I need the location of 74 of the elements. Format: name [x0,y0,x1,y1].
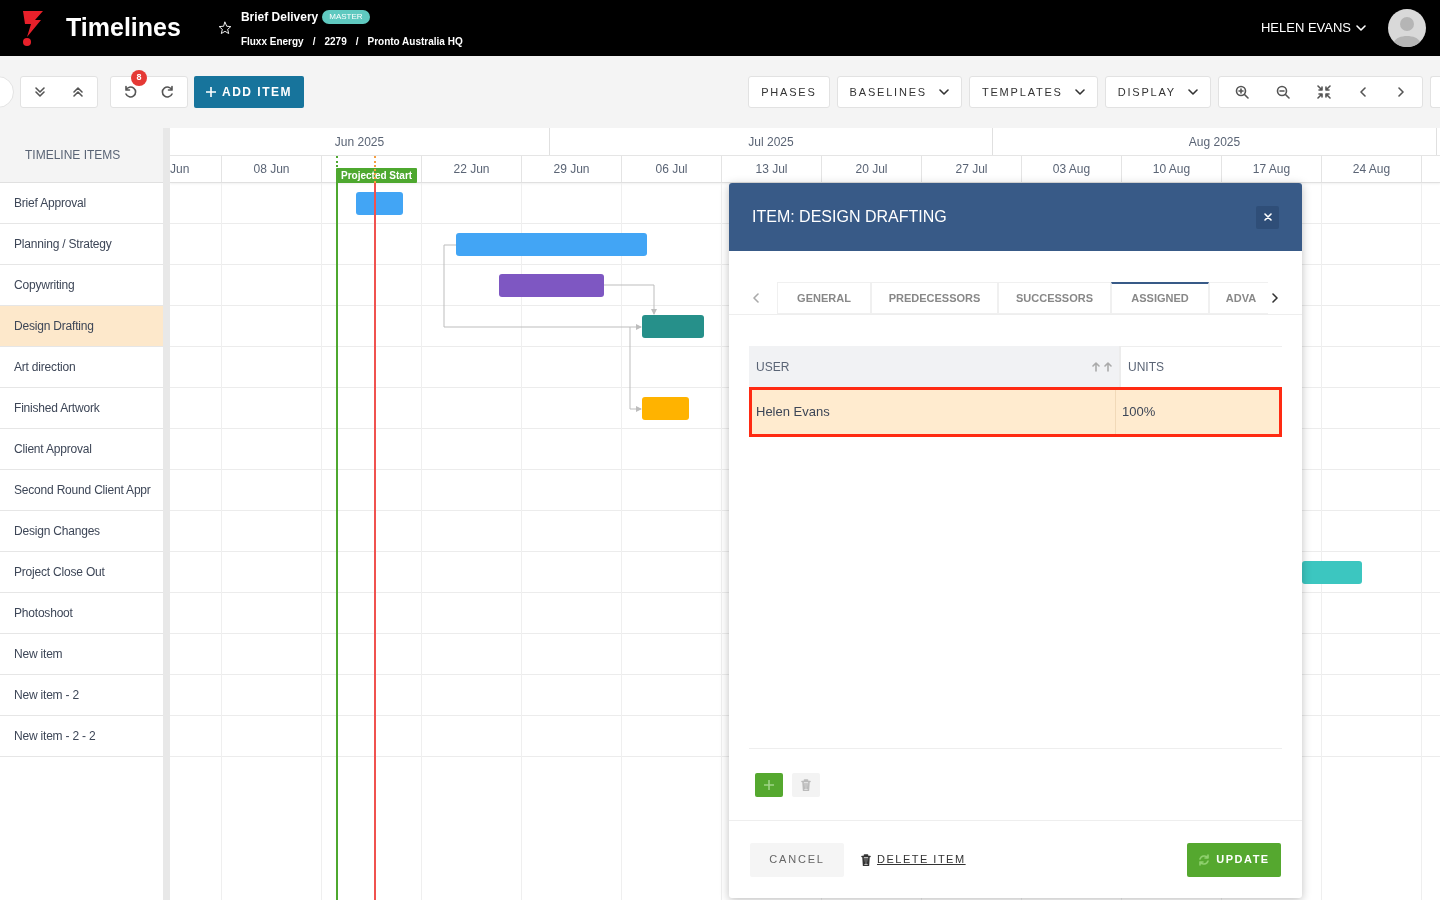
week-label: 13 Jul [722,156,822,182]
cancel-button[interactable]: CANCEL [750,842,844,877]
task-bar[interactable] [1302,561,1362,584]
add-item-button[interactable]: ADD ITEM [194,76,304,108]
table-cell-text: 100% [1121,403,1157,422]
projected-start-flag: Projected Start [336,168,418,183]
month-label: Jul 2025 [550,128,993,155]
dropdown-button[interactable]: BASELINES [836,76,962,108]
chevron-down-icon [1355,22,1367,34]
zoom-in-icon [1234,85,1249,99]
close-button[interactable] [1256,205,1279,229]
plus-icon [764,780,774,790]
week-label: 03 Aug [1022,156,1122,182]
column-header[interactable]: USER [749,346,1121,387]
compress-arrows-icon [1316,85,1331,99]
toolbar-button[interactable]: PHASES [748,76,830,108]
avatar-icon[interactable] [1388,9,1426,47]
project-title: Brief Delivery [240,8,319,26]
undo-icon [123,85,137,99]
week-label: Jun [170,156,222,182]
dialog-tab[interactable]: ADVA [1209,282,1268,314]
dialog-tab[interactable]: GENERAL [777,282,871,314]
task-bar[interactable] [356,192,403,215]
week-label: 24 Aug [1322,156,1422,182]
delete-row-button[interactable] [792,773,820,797]
double-chevron-down-icon [33,85,47,99]
delete-item-link[interactable]: DELETE ITEM [861,851,966,868]
chevron-down-icon [1074,87,1085,97]
trash-icon [861,853,871,866]
month-label: Aug 2025 [993,128,1437,155]
user-menu[interactable]: HELEN EVANS [1260,18,1367,38]
breadcrumb-separator: / [355,34,359,49]
month-label: Jun 2025 [170,128,550,155]
add-row-button[interactable] [755,773,783,797]
chevron-right-icon [1396,87,1406,97]
column-header: TIMELINE ITEMS [0,128,163,183]
app-title: Timelines [66,12,181,44]
splitter-handle[interactable] [163,128,170,900]
dialog-tab[interactable]: SUCCESSORS [998,282,1111,314]
table-row[interactable]: Helen Evans 100% [749,387,1282,437]
redo-icon [161,85,175,99]
breadcrumb-link[interactable]: 2279 [324,33,347,49]
dialog-tab[interactable]: ASSIGNED [1111,282,1209,314]
week-label: 20 Jul [822,156,922,182]
dropdown-button[interactable]: TEMPLATES [968,76,1098,108]
zoom-out-icon [1275,85,1290,99]
close-icon [1263,213,1272,221]
toolbar-button[interactable] [1430,76,1440,108]
undo-count-badge: 8 [131,70,147,86]
master-badge: MASTER [322,9,370,24]
week-label: 22 Jun [422,156,522,182]
dialog-tab[interactable]: PREDECESSORS [871,282,998,314]
dropdown-button[interactable]: DISPLAY [1104,76,1211,108]
refresh-icon [1198,853,1211,866]
chevron-down-icon [1188,87,1198,97]
week-label: 17 Aug [1222,156,1322,182]
breadcrumb-link[interactable]: Fluxx Energy [240,33,304,49]
trash-icon [801,779,811,791]
week-label: 29 Jun [522,156,622,182]
chevron-left-icon [1358,87,1368,97]
breadcrumb-link[interactable]: Pronto Australia HQ [367,33,463,49]
sort-icon[interactable] [1091,361,1113,372]
chevron-down-icon [938,87,949,97]
breadcrumb-separator: / [312,34,316,49]
week-label: 06 Jul [622,156,722,182]
star-icon[interactable] [217,21,232,35]
week-label: 08 Jun [222,156,322,182]
plus-icon [206,87,216,97]
dialog-title: ITEM: DESIGN DRAFTING [752,207,948,227]
week-label: 10 Aug [1122,156,1222,182]
table-cell: Helen Evans [752,390,1116,434]
timeline-item[interactable]: Design Drafting [0,306,163,347]
week-label: 27 Jul [922,156,1022,182]
double-chevron-up-icon [71,85,85,99]
